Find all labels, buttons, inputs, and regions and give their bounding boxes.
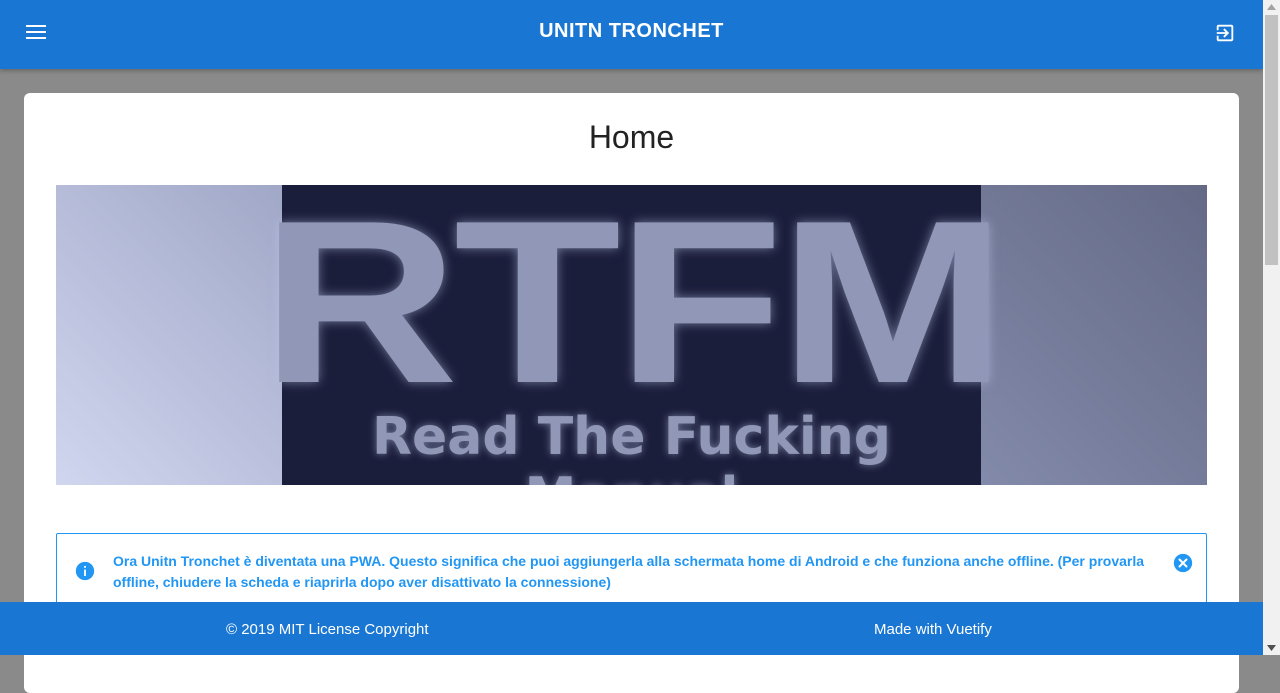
- app-bar: UNITN TRONCHET: [0, 0, 1263, 69]
- close-icon[interactable]: [1172, 552, 1194, 574]
- alert-text: Ora Unitn Tronchet è diventata una PWA. …: [113, 553, 1145, 590]
- footer: © 2019 MIT License Copyright Made with V…: [0, 602, 1263, 655]
- banner: RTFM Read The Fucking Manual: [56, 185, 1207, 485]
- footer-copyright: © 2019 MIT License Copyright: [226, 621, 429, 638]
- logout-icon: [1216, 24, 1234, 42]
- arrow-down-icon: [1267, 645, 1276, 651]
- page-title: Home: [588, 119, 675, 155]
- rtfm-image: RTFM Read The Fucking Manual: [261, 185, 1007, 485]
- footer-credit: Made with Vuetify: [874, 621, 992, 638]
- page-scrollbar[interactable]: [1263, 0, 1280, 655]
- scroll-thumb[interactable]: [1265, 15, 1278, 265]
- scroll-down-arrow[interactable]: [1263, 641, 1280, 655]
- rtfm-big-text: RTFM: [260, 185, 1007, 432]
- rtfm-sub-text: Read The Fucking Manual: [371, 407, 891, 485]
- scroll-up-arrow[interactable]: [1263, 0, 1280, 14]
- info-icon: [75, 561, 95, 581]
- arrow-up-icon: [1267, 4, 1276, 10]
- logout-button[interactable]: [1211, 19, 1239, 47]
- app-title: UNITN TRONCHET: [539, 20, 724, 42]
